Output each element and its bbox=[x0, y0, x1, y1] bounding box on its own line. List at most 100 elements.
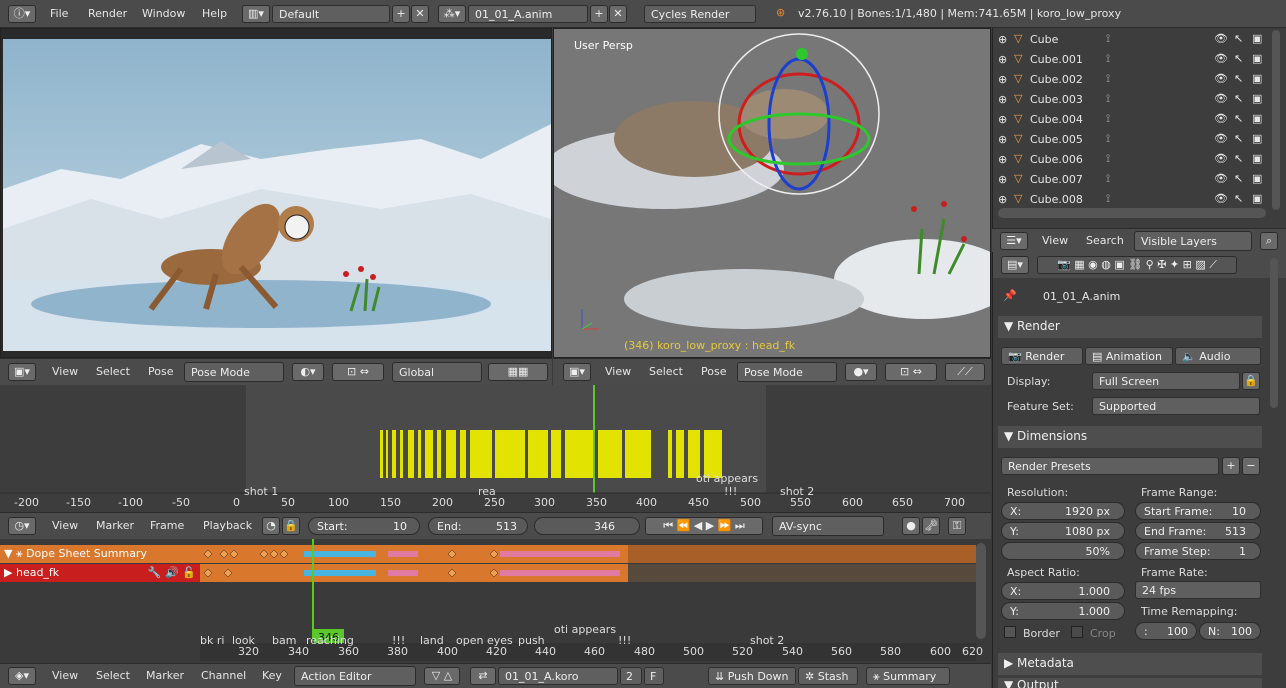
nav-arrows-icon[interactable]: ▽ △ bbox=[424, 667, 460, 685]
channel-toggles-icon[interactable]: 🔧 🔊 🔓 bbox=[148, 566, 196, 579]
render-panel-header[interactable]: ▼ Render bbox=[998, 316, 1262, 338]
menu-marker-4[interactable]: Marker bbox=[146, 669, 184, 682]
pivot-icon-2[interactable]: ⊡ ⇔ bbox=[885, 363, 937, 381]
menu-key[interactable]: Key bbox=[262, 669, 282, 682]
object-name[interactable]: Cube.006 bbox=[1030, 153, 1083, 166]
stash-button[interactable]: ✲ Stash bbox=[798, 667, 858, 685]
expand-icon[interactable]: ▼ ⚹ bbox=[4, 547, 26, 560]
select-icon[interactable]: ↖ bbox=[1234, 92, 1243, 105]
menu-view-4[interactable]: View bbox=[52, 669, 78, 682]
display-select[interactable]: Full Screen bbox=[1092, 372, 1240, 390]
marker-label[interactable]: !!! bbox=[724, 485, 737, 498]
expand-icon[interactable]: ⊕ bbox=[998, 113, 1007, 126]
outliner-row[interactable]: ⊕ ▽ Cube.007 ⟟ 👁 ↖ ▣ bbox=[996, 170, 1268, 190]
aspect-y-field[interactable]: Y: 1.000 bbox=[1001, 602, 1125, 620]
frame-rate-select[interactable]: 24 fps bbox=[1135, 581, 1261, 599]
visibility-icon[interactable]: 👁 bbox=[1214, 92, 1228, 105]
render-icon[interactable]: ▣ bbox=[1252, 92, 1262, 105]
shading-icon-2[interactable]: ●▾ bbox=[845, 363, 877, 381]
expand-icon[interactable]: ⊕ bbox=[998, 33, 1007, 46]
menu-render[interactable]: Render bbox=[88, 7, 127, 20]
remap-new-field[interactable]: N: 100 bbox=[1199, 622, 1261, 640]
outliner-row[interactable]: ⊕ ▽ Cube.003 ⟟ 👁 ↖ ▣ bbox=[996, 90, 1268, 110]
camera-viewport[interactable] bbox=[0, 28, 552, 358]
menu-view-3[interactable]: View bbox=[52, 519, 78, 532]
marker-label[interactable]: shot 2 bbox=[780, 485, 814, 498]
outliner-row[interactable]: ⊕ ▽ Cube.006 ⟟ 👁 ↖ ▣ bbox=[996, 150, 1268, 170]
select-icon[interactable]: ↖ bbox=[1234, 72, 1243, 85]
visibility-icon[interactable]: 👁 bbox=[1214, 52, 1228, 65]
outliner-filter[interactable]: Visible Layers bbox=[1134, 231, 1252, 251]
object-name[interactable]: Cube.007 bbox=[1030, 173, 1083, 186]
render-icon[interactable]: ▣ bbox=[1252, 152, 1262, 165]
object-name[interactable]: Cube.001 bbox=[1030, 53, 1083, 66]
ds-marker[interactable]: shot 2 bbox=[750, 634, 784, 647]
dopesheet-editor-icon[interactable]: ◈▾ bbox=[8, 667, 36, 685]
resolution-percent-field[interactable]: 50% bbox=[1001, 542, 1125, 560]
preview-range-icon[interactable]: ◔ bbox=[262, 517, 280, 535]
outliner-row[interactable]: ⊕ ▽ Cube.001 ⟟ 👁 ↖ ▣ bbox=[996, 50, 1268, 70]
menu-select-2[interactable]: Select bbox=[649, 365, 683, 378]
visibility-icon[interactable]: 👁 bbox=[1214, 32, 1228, 45]
select-icon[interactable]: ↖ bbox=[1234, 152, 1243, 165]
ds-marker[interactable]: look bbox=[232, 634, 255, 647]
ds-marker[interactable]: reaching bbox=[306, 634, 354, 647]
outliner-row[interactable]: ⊕ ▽ Cube ⟟ 👁 ↖ ▣ bbox=[996, 30, 1268, 50]
end-frame-field[interactable]: End: 513 bbox=[428, 517, 528, 535]
pin-icon[interactable]: 📌 bbox=[1003, 289, 1017, 302]
ds-marker[interactable]: open eyes bbox=[456, 634, 513, 647]
outliner-row[interactable]: ⊕ ▽ Cube.004 ⟟ 👁 ↖ ▣ bbox=[996, 110, 1268, 130]
resolution-x-field[interactable]: X: 1920 px bbox=[1001, 502, 1125, 520]
scene-icon[interactable]: ⁂▾ bbox=[438, 5, 466, 23]
menu-select-4[interactable]: Select bbox=[96, 669, 130, 682]
add-preset-icon[interactable]: + bbox=[1222, 457, 1240, 475]
render-icon[interactable]: ▣ bbox=[1252, 52, 1262, 65]
crop-checkbox[interactable] bbox=[1071, 626, 1083, 638]
remove-layout-icon[interactable]: ✕ bbox=[411, 5, 429, 23]
ds-marker[interactable]: bam bbox=[272, 634, 296, 647]
menu-playback[interactable]: Playback bbox=[203, 519, 252, 532]
marker-label[interactable]: shot 1 bbox=[244, 485, 278, 498]
sync-select[interactable]: AV-sync bbox=[772, 516, 884, 536]
editor-type-icon[interactable]: ▣▾ bbox=[8, 363, 36, 381]
properties-editor-icon[interactable]: ▤▾ bbox=[1001, 256, 1029, 274]
keying-icon[interactable]: 🗝 bbox=[922, 517, 940, 535]
animation-button[interactable]: ▤ Animation bbox=[1085, 347, 1173, 365]
aspect-x-field[interactable]: X: 1.000 bbox=[1001, 582, 1125, 600]
collapse-icon[interactable]: ▶ bbox=[4, 566, 16, 579]
shading-icon[interactable]: ◐▾ bbox=[292, 363, 324, 381]
menu-search[interactable]: Search bbox=[1086, 234, 1124, 247]
add-layout-icon[interactable]: + bbox=[392, 5, 410, 23]
layout-select[interactable]: Default bbox=[272, 5, 390, 23]
menu-channel[interactable]: Channel bbox=[201, 669, 246, 682]
object-name[interactable]: Cube.004 bbox=[1030, 113, 1083, 126]
start-frame-prop[interactable]: Start Frame: 10 bbox=[1135, 502, 1261, 520]
outliner-row[interactable]: ⊕ ▽ Cube.002 ⟟ 👁 ↖ ▣ bbox=[996, 70, 1268, 90]
ds-marker[interactable]: !!! bbox=[392, 634, 405, 647]
object-name[interactable]: Cube.005 bbox=[1030, 133, 1083, 146]
orientation-select[interactable]: Global bbox=[392, 362, 482, 382]
object-name[interactable]: Cube.003 bbox=[1030, 93, 1083, 106]
marker-label[interactable]: oti appears bbox=[696, 472, 758, 485]
outliner-hscroll[interactable] bbox=[998, 208, 1266, 218]
search-icon[interactable]: ⌕ bbox=[1260, 232, 1278, 250]
visibility-icon[interactable]: 👁 bbox=[1214, 72, 1228, 85]
playback-controls-icon[interactable]: ⏮ ⏪ ◀ ▶ ⏩ ⏭ bbox=[645, 517, 763, 535]
ds-marker[interactable]: bk ri bbox=[200, 634, 224, 647]
render-engine-select[interactable]: Cycles Render bbox=[644, 5, 756, 23]
border-checkbox[interactable] bbox=[1004, 626, 1016, 638]
pivot-icon[interactable]: ⊡ ⇔ bbox=[332, 363, 384, 381]
metadata-panel-header[interactable]: ▶ Metadata bbox=[998, 653, 1262, 675]
action-name[interactable]: 01_01_A.koro bbox=[498, 667, 618, 685]
select-icon[interactable]: ↖ bbox=[1234, 32, 1243, 45]
channel-head-fk[interactable]: ▶ head_fk 🔧 🔊 🔓 bbox=[0, 564, 200, 582]
editor-type-icon-2[interactable]: ▣▾ bbox=[563, 363, 591, 381]
select-icon[interactable]: ↖ bbox=[1234, 112, 1243, 125]
select-icon[interactable]: ↖ bbox=[1234, 192, 1243, 205]
object-name[interactable]: Cube bbox=[1030, 33, 1058, 46]
ds-marker[interactable]: land bbox=[420, 634, 444, 647]
render-icon[interactable]: ▣ bbox=[1252, 192, 1262, 205]
expand-icon[interactable]: ⊕ bbox=[998, 193, 1007, 206]
menu-select[interactable]: Select bbox=[96, 365, 130, 378]
render-icon[interactable]: ▣ bbox=[1252, 172, 1262, 185]
